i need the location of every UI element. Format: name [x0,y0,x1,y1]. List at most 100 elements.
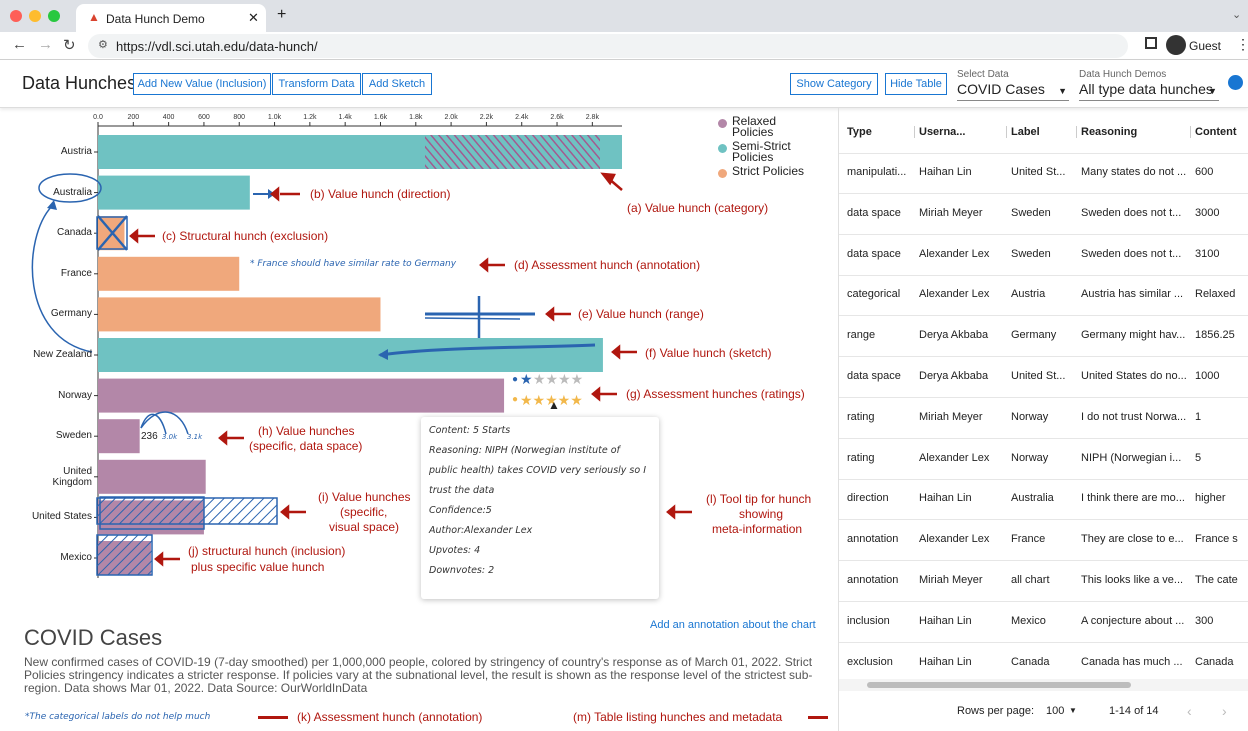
bar-australia[interactable] [98,175,250,210]
column-separator[interactable] [914,126,915,138]
address-bar[interactable]: ⚙ https://vdl.sci.utah.edu/data-hunch/ [88,34,1128,58]
site-info-icon[interactable]: ⚙ [98,38,108,51]
legend-label: Strict Policies [732,164,805,178]
reorder-arrowhead [47,200,57,210]
chart-handwritten-note[interactable]: *The categorical labels do not help much [25,712,210,722]
table-row[interactable]: manipulati... Haihan Lin United St... Many … [839,153,1248,194]
table-row[interactable]: direction Haihan Lin Australia I think ther… [839,479,1248,521]
y-tick-label[interactable]: Australia [2,187,92,198]
browser-menu-icon[interactable]: ⋮ [1236,36,1248,53]
tooltip-downvotes[interactable]: Downvotes: 2 [429,561,651,581]
table-cell: Austria has similar ... [1081,288,1184,301]
category-hunch-scribble[interactable] [425,135,600,169]
table-row[interactable]: categorical Alexander Lex Austria Austria h… [839,275,1248,317]
column-separator[interactable] [1190,126,1191,138]
add-sketch-button[interactable]: Add Sketch [362,73,432,95]
forward-icon[interactable]: → [38,36,53,53]
close-window-dot[interactable] [10,10,22,22]
column-header[interactable]: Type [847,126,917,138]
bar-united-kingdom[interactable] [98,459,206,494]
browser-tab[interactable]: ▲ Data Hunch Demo ✕ [76,4,266,32]
table-row[interactable]: annotation Miriah Meyer all chart This look… [839,561,1248,602]
add-chart-annotation-link[interactable]: Add an annotation about the chart [650,619,816,631]
minimize-window-dot[interactable] [29,10,41,22]
rows-per-page-label: Rows per page: [957,705,1035,717]
sidebar-toggle-icon[interactable] [1145,37,1157,49]
visual-space-hunch-rect[interactable] [96,497,278,525]
column-separator[interactable] [1076,126,1077,138]
table-row[interactable]: inclusion Haihan Lin Mexico A conjecture ab… [839,602,1248,643]
next-page-icon[interactable]: › [1222,703,1227,719]
tab-list-chevron-icon[interactable]: ⌄ [1232,8,1241,21]
x-tick-label: 2.8k [586,114,600,121]
demos-dropdown[interactable]: All type data hunches ▼ [1079,81,1219,101]
show-category-button[interactable]: Show Category [790,73,878,95]
hide-table-button[interactable]: Hide Table [885,73,947,95]
y-tick-label[interactable]: New Zealand [2,349,92,360]
profile-name[interactable]: Guest [1189,39,1221,53]
column-header[interactable]: Userna... [919,126,1004,138]
bar-france[interactable] [98,256,240,291]
column-separator[interactable] [1006,126,1007,138]
x-tick-label: 1.6k [374,114,388,121]
back-icon[interactable]: ← [12,36,27,53]
x-tick-label: 1.4k [339,114,353,121]
france-handwritten-note[interactable]: * France should have similar rate to Ger… [250,259,456,269]
y-tick-label[interactable]: Mexico [2,552,92,563]
column-header[interactable]: Label [1011,126,1077,138]
x-tick-label: 1.0k [268,114,282,121]
app-title: Data Hunches [22,73,137,93]
table-row[interactable]: data space Derya Akbaba United St... United… [839,357,1248,398]
tab-close-icon[interactable]: ✕ [248,10,259,26]
table-cell: The cate [1195,574,1238,586]
table-row[interactable]: rating Miriah Meyer Norway I do not trust N… [839,398,1248,439]
y-tick-label[interactable]: United Kingdom [2,466,92,488]
annotation-g: (g) Assessment hunches (ratings) [626,387,805,401]
transform-data-button[interactable]: Transform Data [272,73,361,95]
table-row[interactable]: data space Alexander Lex Sweden Sweden does… [839,235,1248,276]
table-cell: United St... [1011,370,1066,382]
table-row[interactable]: annotation Alexander Lex France They are cl… [839,520,1248,562]
inclusion-hunch-rect[interactable] [96,534,153,576]
table-row[interactable]: exclusion Haihan Lin Canada Canada has much… [839,643,1248,684]
maximize-window-dot[interactable] [48,10,60,22]
tooltip-upvotes[interactable]: Upvotes: 4 [429,541,651,561]
table-cell: Canada [1195,655,1234,668]
y-tick-label[interactable]: United States [2,511,92,522]
column-header[interactable]: Content [1195,126,1245,138]
column-header[interactable]: Reasoning [1081,126,1191,138]
scrollbar-thumb[interactable] [867,682,1131,688]
profile-avatar-icon[interactable] [1166,35,1186,55]
y-tick-label[interactable]: Norway [2,390,92,401]
y-tick-label[interactable]: Sweden [2,430,92,441]
rating-stars-low[interactable]: ★ [520,371,533,387]
bar-norway[interactable] [98,378,505,413]
table-row[interactable]: rating Alexander Lex Norway NIPH (Norwegian… [839,439,1248,480]
table-cell: Australia [1011,492,1054,505]
dropdown-arrow-icon[interactable]: ▼ [1069,706,1077,715]
y-tick-label[interactable]: Austria [2,146,92,157]
table-cell: rating [847,451,875,464]
select-data-dropdown[interactable]: COVID Cases ▼ [957,81,1069,101]
y-tick-label[interactable]: Germany [2,308,92,319]
table-cell: United St... [1011,166,1066,178]
reload-icon[interactable]: ↻ [63,36,76,54]
x-tick-label: 1.2k [303,114,317,121]
table-cell: Derya Akbaba [919,329,989,342]
horizontal-scrollbar[interactable] [839,679,1248,691]
table-row[interactable]: data space Miriah Meyer Sweden Sweden does … [839,194,1248,235]
add-new-value-button[interactable]: Add New Value (Inclusion) [133,73,271,95]
y-tick-label[interactable]: France [2,268,92,279]
bar-germany[interactable] [98,297,381,332]
prev-page-icon[interactable]: ‹ [1187,703,1192,719]
bar-new-zealand[interactable] [98,338,603,372]
legend-swatch [718,169,727,178]
bar-sweden[interactable] [98,419,140,454]
rows-per-page-select[interactable]: 100 [1046,705,1064,717]
favicon-icon: ▲ [88,10,100,24]
table-row[interactable]: range Derya Akbaba Germany Germany might ha… [839,316,1248,358]
y-tick-label[interactable]: Canada [2,227,92,238]
account-icon[interactable] [1228,75,1243,90]
new-tab-icon[interactable]: + [277,6,286,24]
table-cell: Relaxed [1195,288,1236,301]
